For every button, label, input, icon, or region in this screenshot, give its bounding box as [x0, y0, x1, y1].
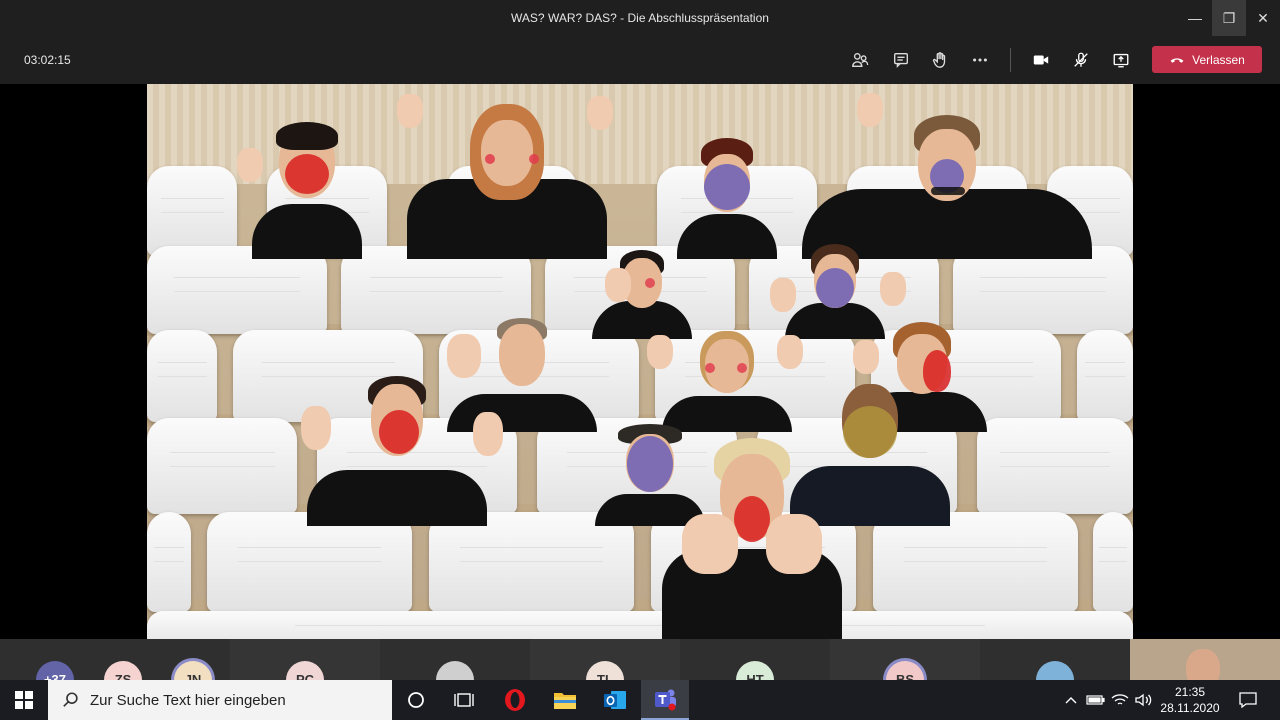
window-title: WAS? WAR? DAS? - Die Abschlusspräsentati… [511, 11, 769, 25]
raise-hand-icon[interactable] [927, 48, 953, 72]
auditorium-seat [147, 246, 327, 334]
start-button[interactable] [0, 680, 48, 720]
participant-video [287, 376, 507, 526]
clock-date: 28.11.2020 [1160, 701, 1220, 715]
phone-hangup-icon [1170, 57, 1184, 63]
windows-logo-icon [15, 691, 33, 709]
auditorium-seat [207, 512, 412, 612]
minimize-button[interactable]: — [1178, 0, 1212, 36]
meeting-toolbar: 03:02:15 Verlassen [0, 36, 1280, 84]
participant-strip: +37 ZS JN PC TL HT BS [0, 639, 1280, 680]
overflow-count-avatar[interactable]: +37 [36, 661, 74, 680]
auditorium-seat [1093, 512, 1133, 612]
self-view-face [1186, 649, 1220, 680]
action-center-icon[interactable] [1230, 680, 1266, 720]
camera-icon[interactable] [1028, 48, 1054, 72]
chat-icon[interactable] [888, 48, 914, 72]
avatar[interactable]: PC [286, 661, 324, 680]
file-explorer-icon[interactable] [541, 680, 589, 720]
participant-tile[interactable]: +37 ZS JN [0, 639, 230, 680]
participant-tile[interactable]: BS [830, 639, 980, 680]
participants-icon[interactable] [847, 48, 873, 72]
participant-tile[interactable]: HT [680, 639, 830, 680]
participant-tile[interactable]: TL [530, 639, 680, 680]
avatar-photo[interactable] [1036, 661, 1074, 680]
auditorium-seat-row [147, 611, 1133, 639]
outlook-icon[interactable] [591, 680, 639, 720]
close-button[interactable]: ✕ [1246, 0, 1280, 36]
leave-button[interactable]: Verlassen [1152, 46, 1262, 73]
participant-video [387, 94, 627, 259]
participant-tile[interactable] [980, 639, 1130, 680]
window-title-bar: WAS? WAR? DAS? - Die Abschlusspräsentati… [0, 0, 1280, 36]
wifi-icon[interactable] [1108, 680, 1132, 720]
taskbar-clock[interactable]: 21:35 28.11.2020 [1158, 684, 1222, 716]
toolbar-separator [1010, 48, 1011, 72]
participant-video [797, 93, 1097, 259]
auditorium-seat [147, 512, 191, 612]
search-placeholder: Zur Suche Text hier eingeben [90, 691, 286, 709]
windows-taskbar: Zur Suche Text hier eingeben 21:35 28.11… [0, 680, 1280, 720]
participant-video [652, 434, 852, 639]
avatar[interactable]: TL [586, 661, 624, 680]
restore-button[interactable]: ❐ [1212, 0, 1246, 36]
auditorium-seat [147, 418, 297, 514]
auditorium-seat [873, 512, 1078, 612]
avatar[interactable]: JN [174, 661, 212, 680]
opera-browser-icon[interactable] [491, 680, 539, 720]
auditorium-seat [147, 330, 217, 422]
mic-muted-icon[interactable] [1068, 48, 1094, 72]
together-mode-video-stage [147, 84, 1133, 639]
participant-video [667, 134, 787, 259]
participant-tile[interactable] [380, 639, 530, 680]
taskbar-search-box[interactable]: Zur Suche Text hier eingeben [48, 680, 392, 720]
participant-tile[interactable]: PC [230, 639, 380, 680]
avatar-photo[interactable] [436, 661, 474, 680]
teams-icon[interactable] [641, 680, 689, 720]
task-view-icon[interactable] [440, 680, 488, 720]
battery-icon[interactable] [1084, 680, 1108, 720]
meeting-timer: 03:02:15 [24, 53, 71, 67]
auditorium-seat [977, 418, 1133, 514]
avatar[interactable]: ZS [104, 661, 142, 680]
leave-label: Verlassen [1192, 52, 1245, 67]
auditorium-seat [147, 166, 237, 256]
volume-icon[interactable] [1132, 680, 1156, 720]
avatar[interactable]: BS [886, 661, 924, 680]
self-view-video[interactable] [1130, 639, 1280, 680]
share-screen-icon[interactable] [1108, 48, 1134, 72]
avatar[interactable]: HT [736, 661, 774, 680]
auditorium-seat [429, 512, 634, 612]
show-hidden-icons-chevron-icon[interactable] [1062, 680, 1080, 720]
clock-time: 21:35 [1174, 685, 1206, 699]
auditorium-seat [1077, 330, 1133, 422]
participant-video [237, 114, 377, 259]
search-icon [63, 692, 78, 707]
cortana-icon[interactable] [392, 680, 440, 720]
more-options-icon[interactable] [967, 48, 993, 72]
